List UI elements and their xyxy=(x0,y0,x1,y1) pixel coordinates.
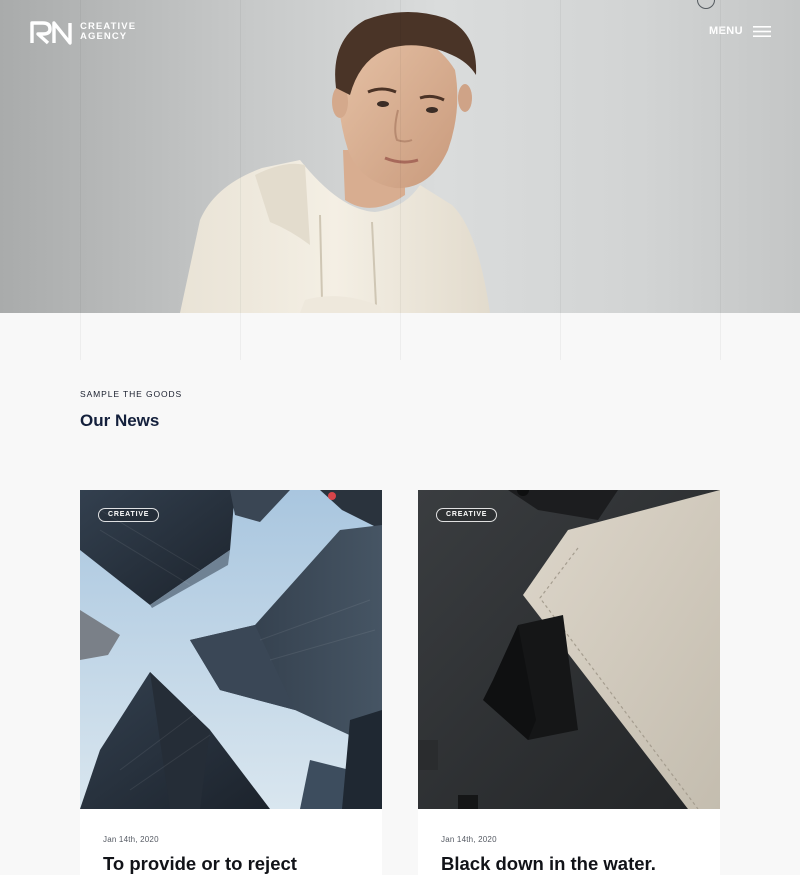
news-card-date: Jan 14th, 2020 xyxy=(103,835,159,844)
skyscrapers-image xyxy=(80,490,382,809)
news-card-body: Jan 14th, 2020 Black down in the water. xyxy=(418,809,720,875)
section-eyebrow: SAMPLE THE GOODS xyxy=(80,389,183,399)
news-card-body: Jan 14th, 2020 To provide or to reject xyxy=(80,809,382,875)
page: CREATIVE AGENCY MENU SAMPLE THE GOODS Ou… xyxy=(0,0,800,875)
menu-label: MENU xyxy=(709,25,743,37)
section-title: Our News xyxy=(80,411,160,430)
agency-logo[interactable]: CREATIVE AGENCY xyxy=(30,19,136,45)
news-card-title[interactable]: Black down in the water. xyxy=(441,853,698,875)
news-card-date: Jan 14th, 2020 xyxy=(441,835,497,844)
hamburger-icon xyxy=(753,25,771,37)
hero-portrait-image xyxy=(180,11,490,313)
news-card-title[interactable]: To provide or to reject xyxy=(103,853,360,875)
news-card-image: CREATIVE xyxy=(80,490,382,809)
canvas-pouch-image xyxy=(418,490,720,809)
category-tag[interactable]: CREATIVE xyxy=(436,508,498,522)
menu-button[interactable]: MENU xyxy=(709,25,771,37)
category-tag[interactable]: CREATIVE xyxy=(98,508,160,522)
hero-banner: CREATIVE AGENCY MENU xyxy=(0,0,800,313)
rn-logo-mark-icon xyxy=(30,21,72,45)
logo-wordmark: CREATIVE AGENCY xyxy=(80,21,136,43)
news-card-image: CREATIVE xyxy=(418,490,720,809)
news-card[interactable]: CREATIVE Jan 14th, 2020 To provide or to… xyxy=(80,490,382,875)
news-card[interactable]: CREATIVE Jan 14th, 2020 Black down in th… xyxy=(418,490,720,875)
logo-line-2: AGENCY xyxy=(80,31,128,42)
